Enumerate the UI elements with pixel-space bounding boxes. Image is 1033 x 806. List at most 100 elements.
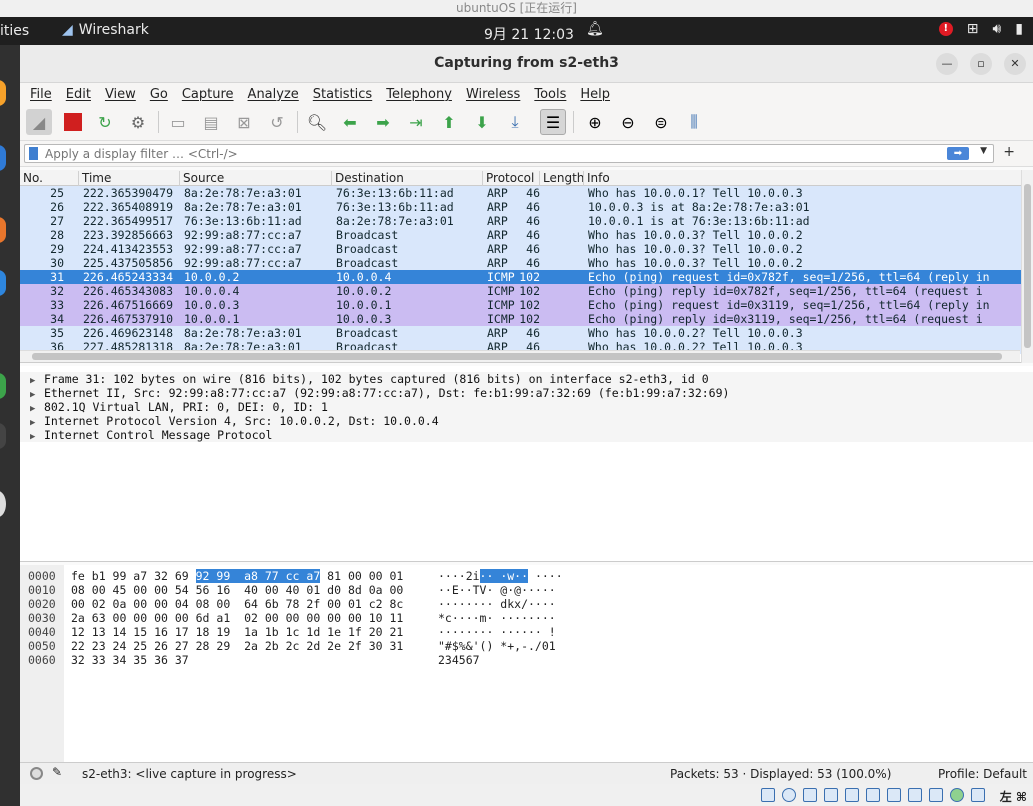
- vm-optical-icon[interactable]: [782, 788, 796, 802]
- restart-capture-icon[interactable]: ↻: [92, 109, 118, 135]
- network-icon[interactable]: ⊞: [967, 21, 979, 37]
- packet-list-vscrollbar[interactable]: [1021, 170, 1033, 363]
- activities-button[interactable]: ities: [0, 23, 29, 39]
- display-filter-input[interactable]: [45, 146, 925, 161]
- vm-network-icon[interactable]: [824, 788, 838, 802]
- reload-file-icon[interactable]: ↺: [264, 109, 290, 135]
- detail-row-frame[interactable]: ▶ Frame 31: 102 bytes on wire (816 bits),…: [20, 372, 1033, 386]
- vm-shared-folder-icon[interactable]: [866, 788, 880, 802]
- menu-tools[interactable]: Tools: [534, 87, 566, 102]
- menu-file[interactable]: File: [30, 87, 52, 102]
- filter-history-chevron-down-icon[interactable]: ▼: [980, 146, 987, 156]
- bell-icon[interactable]: 🔔︎: [586, 21, 604, 37]
- vm-status-icon[interactable]: [950, 788, 964, 802]
- menu-wireless[interactable]: Wireless: [466, 87, 520, 102]
- resize-columns-icon[interactable]: ⫼: [681, 109, 707, 135]
- packet-no: 27: [50, 214, 64, 228]
- dock-app-other-icon[interactable]: [0, 423, 6, 449]
- packet-row[interactable]: 25 222.365390479 8a:2e:78:7e:a3:01 76:3e:13…: [20, 186, 1033, 200]
- packet-row[interactable]: 33 226.467516669 10.0.0.3 10.0.0.1 ICMP 102 Ec…: [20, 298, 1033, 312]
- dock-app-mail-icon[interactable]: [0, 145, 6, 171]
- zoom-normal-icon[interactable]: ⊜: [648, 109, 674, 135]
- colorize-icon[interactable]: ☰: [540, 109, 566, 135]
- first-packet-icon[interactable]: ⬆: [436, 109, 462, 135]
- col-time[interactable]: Time: [78, 171, 111, 186]
- menu-analyze[interactable]: Analyze: [248, 87, 299, 102]
- packet-row[interactable]: 27 222.365499517 76:3e:13:6b:11:ad 8a:2e:78…: [20, 214, 1033, 228]
- packet-row[interactable]: 32 226.465343083 10.0.0.4 10.0.0.2 ICMP 102 Ec…: [20, 284, 1033, 298]
- close-file-icon[interactable]: ⊠: [231, 109, 257, 135]
- stop-capture-icon[interactable]: [60, 109, 86, 135]
- save-file-icon[interactable]: ▤: [198, 109, 224, 135]
- alert-icon[interactable]: !: [938, 22, 953, 36]
- vm-cpu-icon[interactable]: [929, 788, 943, 802]
- detail-row-vlan[interactable]: ▶ 802.1Q Virtual LAN, PRI: 0, DEI: 0, ID:…: [20, 400, 1033, 414]
- dock-app-firefox-icon[interactable]: [0, 80, 6, 106]
- clock[interactable]: 9月 21 12:03: [484, 24, 574, 44]
- col-protocol[interactable]: Protocol: [482, 171, 534, 186]
- menu-capture[interactable]: Capture: [182, 87, 234, 102]
- packet-list-hscrollbar[interactable]: [20, 350, 1020, 362]
- expert-info-icon[interactable]: [30, 767, 43, 780]
- dock-app-disc-icon[interactable]: [0, 491, 6, 517]
- detail-row-ethernet[interactable]: ▶ Ethernet II, Src: 92:99:a8:77:cc:a7 (92…: [20, 386, 1033, 400]
- close-button[interactable]: ✕: [1004, 53, 1026, 75]
- packet-row[interactable]: 35 226.469623148 8a:2e:78:7e:a3:01 Broadcas…: [20, 326, 1033, 340]
- autoscroll-icon[interactable]: ⤓: [502, 109, 528, 135]
- packet-length: 46: [526, 186, 540, 200]
- menu-help[interactable]: Help: [580, 87, 610, 102]
- add-filter-button-plus-icon[interactable]: +: [1003, 144, 1015, 160]
- dock-app-terminal-icon[interactable]: [0, 373, 6, 399]
- zoom-in-icon[interactable]: ⊕: [582, 109, 608, 135]
- capture-options-icon[interactable]: ⚙: [125, 109, 151, 135]
- window-titlebar[interactable]: Capturing from s2-eth3 — ▫ ✕: [20, 45, 1033, 83]
- menu-statistics[interactable]: Statistics: [313, 87, 372, 102]
- start-capture-icon[interactable]: ◢: [26, 109, 52, 135]
- vm-disk-icon[interactable]: [761, 788, 775, 802]
- packet-row[interactable]: 28 223.392856663 92:99:a8:77:cc:a7 Broadcas…: [20, 228, 1033, 242]
- vm-video-capture-icon[interactable]: [908, 788, 922, 802]
- battery-icon[interactable]: ▮: [1015, 21, 1023, 37]
- col-source[interactable]: Source: [179, 171, 224, 186]
- ascii-bytes-part: ········ dkx/····: [438, 597, 556, 611]
- menu-view[interactable]: View: [105, 87, 136, 102]
- go-forward-icon[interactable]: ➡: [370, 109, 396, 135]
- packet-row[interactable]: 34 226.467537910 10.0.0.1 10.0.0.3 ICMP 102 Ec…: [20, 312, 1033, 326]
- dock-app-files-icon[interactable]: [0, 217, 6, 243]
- col-length[interactable]: Length: [539, 171, 584, 186]
- apply-filter-arrow-icon[interactable]: ➡: [947, 147, 969, 160]
- open-file-icon[interactable]: ▭: [165, 109, 191, 135]
- maximize-button[interactable]: ▫: [970, 53, 992, 75]
- packet-row[interactable]: 30 225.437505856 92:99:a8:77:cc:a7 Broadcas…: [20, 256, 1033, 270]
- packet-row[interactable]: 29 224.413423553 92:99:a8:77:cc:a7 Broadcas…: [20, 242, 1033, 256]
- last-packet-icon[interactable]: ⬇: [469, 109, 495, 135]
- packet-info: Who has 10.0.0.2? Tell 10.0.0.3: [588, 326, 803, 340]
- vm-display-icon[interactable]: [887, 788, 901, 802]
- menu-telephony[interactable]: Telephony: [386, 87, 452, 102]
- col-destination[interactable]: Destination: [331, 171, 404, 186]
- app-menu[interactable]: ◢ Wireshark: [62, 22, 149, 38]
- profile-label[interactable]: Profile: Default: [938, 767, 1027, 781]
- go-to-packet-icon[interactable]: ⇥: [403, 109, 429, 135]
- menu-edit[interactable]: Edit: [66, 87, 91, 102]
- find-packet-icon[interactable]: 🔍︎: [304, 109, 330, 135]
- vm-mouse-icon[interactable]: [971, 788, 985, 802]
- filter-bookmark-icon[interactable]: [29, 147, 38, 160]
- edit-comment-icon[interactable]: ✎: [52, 765, 62, 779]
- col-no[interactable]: No.: [20, 171, 43, 186]
- volume-icon[interactable]: 🔊︎: [992, 21, 1001, 37]
- col-info[interactable]: Info: [583, 171, 610, 186]
- zoom-out-icon[interactable]: ⊖: [615, 109, 641, 135]
- packet-row[interactable]: 31 226.465243334 10.0.0.2 10.0.0.4 ICMP 102 Ec…: [20, 270, 1033, 284]
- dock-app-software-icon[interactable]: [0, 270, 6, 296]
- expand-triangle-icon[interactable]: ▶: [30, 430, 44, 444]
- detail-row-icmp[interactable]: ▶ Internet Control Message Protocol: [20, 428, 1033, 442]
- minimize-button[interactable]: —: [936, 53, 958, 75]
- packet-row[interactable]: 26 222.365408919 8a:2e:78:7e:a3:01 76:3e:13…: [20, 200, 1033, 214]
- menu-go[interactable]: Go: [150, 87, 168, 102]
- vm-usb-icon[interactable]: [845, 788, 859, 802]
- go-back-icon[interactable]: ⬅: [337, 109, 363, 135]
- vm-audio-icon[interactable]: [803, 788, 817, 802]
- packet-destination: Broadcast: [336, 242, 399, 256]
- detail-row-ipv4[interactable]: ▶ Internet Protocol Version 4, Src: 10.0.…: [20, 414, 1033, 428]
